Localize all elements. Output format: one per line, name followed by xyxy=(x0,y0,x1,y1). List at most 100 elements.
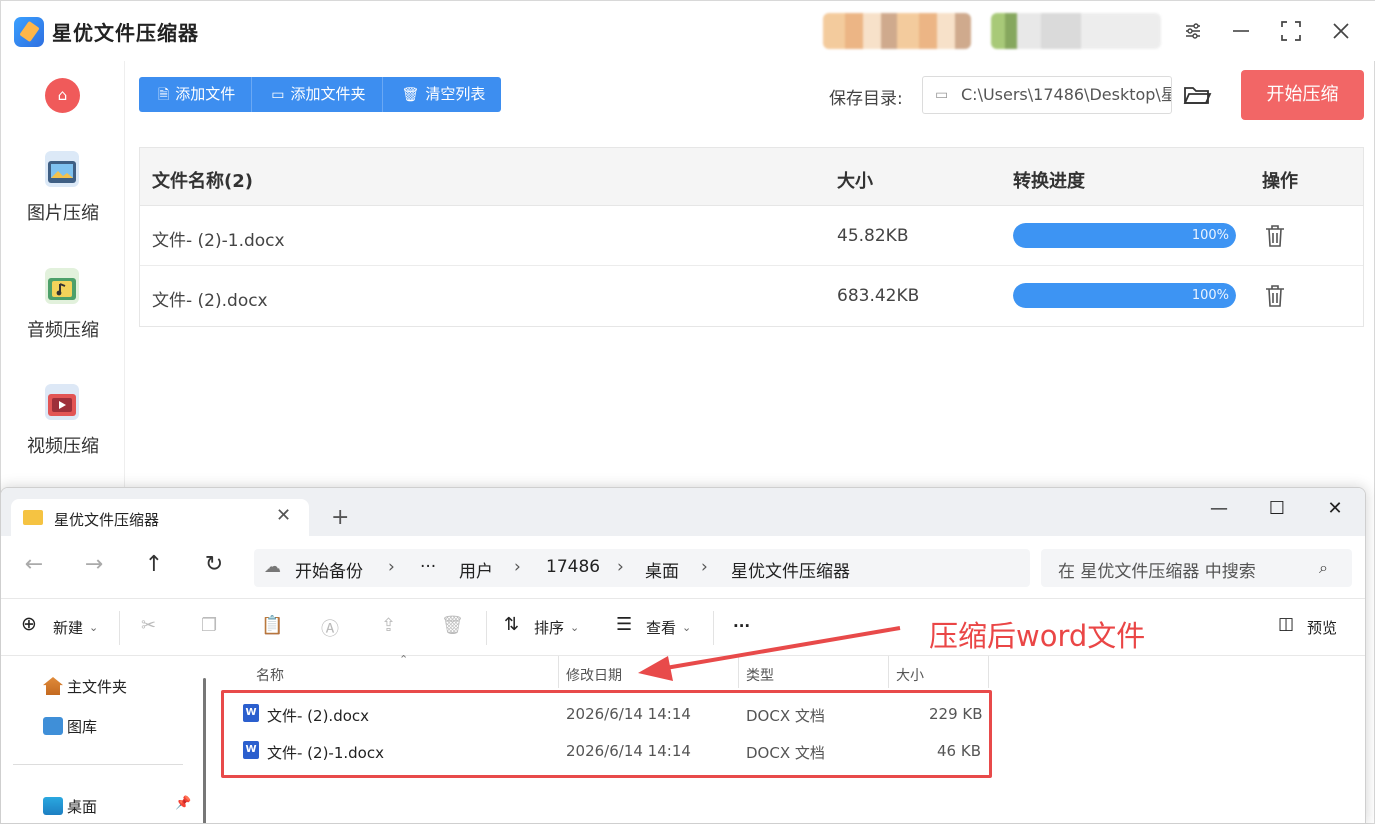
paste-icon[interactable]: 📋 xyxy=(261,615,283,636)
save-dir-input[interactable]: ▭ C:\Users\17486\Desktop\星 xyxy=(922,76,1172,114)
file-size: 683.42KB xyxy=(837,286,920,306)
progress-label: 100% xyxy=(1191,288,1229,303)
add-file-button[interactable]: 🗎 添加文件 xyxy=(139,77,253,112)
nav-scrollbar[interactable] xyxy=(203,678,206,823)
cut-icon[interactable]: ✂ xyxy=(141,615,156,636)
explorer-command-bar: ⊕ 新建 ⌄ ✂ ❐ 📋 Ⓐ ⇪ 🗑 ⇅ 排序 ⌄ ☰ 查看 ⌄ ··· ◫ 预… xyxy=(1,598,1365,656)
plus-circle-icon: ⊕ xyxy=(21,613,37,635)
explorer-close-button[interactable]: ✕ xyxy=(1320,494,1350,524)
search-placeholder: 在 星优文件压缩器 中搜索 xyxy=(1058,562,1256,582)
audio-compress-icon xyxy=(45,268,79,304)
chevron-down-icon: ⌄ xyxy=(570,621,580,634)
home-icon: ⌂ xyxy=(57,86,68,104)
forward-arrow-icon[interactable]: → xyxy=(81,552,107,577)
trash-icon: 🗑 xyxy=(401,87,420,103)
column-divider xyxy=(738,656,739,688)
file-table: 文件名称(2) 大小 转换进度 操作 文件- (2)-1.docx 45.82K… xyxy=(139,147,1364,327)
explorer-tab[interactable]: 星优文件压缩器 ✕ xyxy=(11,499,309,536)
preview-button[interactable]: 预览 xyxy=(1307,617,1337,638)
chevron-right-icon: › xyxy=(388,557,395,577)
delete-icon[interactable] xyxy=(1263,283,1287,309)
search-input[interactable]: 在 星优文件压缩器 中搜索 ⌕ xyxy=(1041,549,1352,587)
col-header-action: 操作 xyxy=(1262,171,1298,192)
breadcrumb-item[interactable]: 开始备份 xyxy=(295,557,363,582)
save-dir-label: 保存目录: xyxy=(829,89,903,109)
rename-icon[interactable]: Ⓐ xyxy=(321,615,339,641)
breadcrumb-item[interactable]: ··· xyxy=(420,557,436,577)
minimize-button[interactable] xyxy=(1225,15,1257,47)
new-button[interactable]: 新建 xyxy=(53,617,83,638)
file-icon: 🗎 xyxy=(158,87,170,103)
copy-icon[interactable]: ❐ xyxy=(201,615,217,636)
view-button[interactable]: 查看 xyxy=(646,617,676,638)
search-icon: ⌕ xyxy=(1319,558,1328,577)
blurred-user-info xyxy=(991,13,1161,49)
app-titlebar: 星优文件压缩器 xyxy=(1,1,1375,61)
nav-item-gallery[interactable]: 图库 xyxy=(43,716,97,737)
sidebar-item-image[interactable]: 图片压缩 xyxy=(1,151,125,241)
progress-bar: 100% xyxy=(1013,223,1236,248)
explorer-address-bar: ← → ↑ ↻ ☁ 开始备份 › ··· 用户 › 17486 › 桌面 › 星… xyxy=(1,536,1365,598)
breadcrumb[interactable]: ☁ 开始备份 › ··· 用户 › 17486 › 桌面 › 星优文件压缩器 xyxy=(254,549,1030,587)
clear-list-button[interactable]: 🗑 清空列表 xyxy=(382,77,502,112)
table-header: 文件名称(2) 大小 转换进度 操作 xyxy=(140,148,1363,206)
pin-icon: 📌 xyxy=(175,796,192,811)
sidebar-item-audio[interactable]: 音频压缩 xyxy=(1,268,125,358)
new-tab-icon[interactable]: + xyxy=(331,505,349,530)
more-options-button[interactable]: ··· xyxy=(733,617,750,635)
col-header-size[interactable]: 大小 xyxy=(896,665,924,685)
folder-outline-icon: ▭ xyxy=(935,87,949,103)
maximize-button[interactable] xyxy=(1275,15,1307,47)
tab-title: 星优文件压缩器 xyxy=(54,511,160,529)
browse-folder-icon[interactable] xyxy=(1182,81,1212,109)
gallery-icon xyxy=(43,717,63,735)
cloud-backup-icon: ☁ xyxy=(264,557,281,577)
sort-button[interactable]: 排序 xyxy=(534,617,564,638)
col-header-date[interactable]: 修改日期 xyxy=(566,665,622,685)
highlight-box xyxy=(221,690,992,778)
tab-close-icon[interactable]: ✕ xyxy=(276,505,291,526)
add-folder-button[interactable]: ▭ 添加文件夹 xyxy=(252,77,383,112)
breadcrumb-item[interactable]: 17486 xyxy=(546,557,600,577)
breadcrumb-item[interactable]: 星优文件压缩器 xyxy=(731,557,850,582)
save-dir-value: C:\Users\17486\Desktop\星 xyxy=(961,85,1172,104)
col-header-size: 大小 xyxy=(837,171,873,192)
back-arrow-icon[interactable]: ← xyxy=(21,552,47,577)
delete-icon[interactable] xyxy=(1263,223,1287,249)
column-divider xyxy=(888,656,889,688)
col-header-type[interactable]: 类型 xyxy=(746,665,774,685)
close-button[interactable] xyxy=(1325,15,1357,47)
up-arrow-icon[interactable]: ↑ xyxy=(141,552,167,577)
image-compress-icon xyxy=(45,151,79,187)
chevron-right-icon: › xyxy=(617,557,624,577)
clear-list-label: 清空列表 xyxy=(425,85,486,103)
file-toolbar: 🗎 添加文件 ▭ 添加文件夹 🗑 清空列表 xyxy=(139,77,502,112)
progress-label: 100% xyxy=(1191,228,1229,243)
breadcrumb-item[interactable]: 桌面 xyxy=(645,557,679,582)
explorer-minimize-button[interactable]: — xyxy=(1204,494,1234,524)
col-header-progress: 转换进度 xyxy=(1013,171,1085,192)
delete-icon[interactable]: 🗑 xyxy=(441,615,464,636)
file-name: 文件- (2).docx xyxy=(152,291,268,311)
sidebar-item-video[interactable]: 视频压缩 xyxy=(1,384,125,474)
divider xyxy=(119,611,120,645)
folder-icon: ▭ xyxy=(271,87,285,103)
settings-sliders-icon[interactable] xyxy=(1177,15,1209,47)
share-icon[interactable]: ⇪ xyxy=(381,615,396,636)
sidebar-label: 视频压缩 xyxy=(27,436,99,457)
home-button[interactable]: ⌂ xyxy=(45,78,80,113)
nav-item-desktop[interactable]: 桌面 xyxy=(43,796,97,817)
nav-item-home[interactable]: 主文件夹 xyxy=(43,676,127,697)
col-header-name: 文件名称(2) xyxy=(152,171,253,192)
breadcrumb-item[interactable]: 用户 xyxy=(459,557,493,582)
add-folder-label: 添加文件夹 xyxy=(290,85,366,103)
navigation-pane: 主文件夹 图库 桌面 📌 xyxy=(1,656,211,823)
table-row[interactable]: 文件- (2)-1.docx 45.82KB 100% xyxy=(140,206,1363,266)
annotation-label: 压缩后word文件 xyxy=(929,619,1146,653)
col-header-name[interactable]: 名称 xyxy=(256,665,284,685)
refresh-icon[interactable]: ↻ xyxy=(201,552,227,577)
chevron-down-icon: ⌄ xyxy=(682,621,692,634)
table-row[interactable]: 文件- (2).docx 683.42KB 100% xyxy=(140,266,1363,326)
explorer-maximize-button[interactable]: ☐ xyxy=(1262,494,1292,524)
start-compress-button[interactable]: 开始压缩 xyxy=(1241,70,1364,120)
